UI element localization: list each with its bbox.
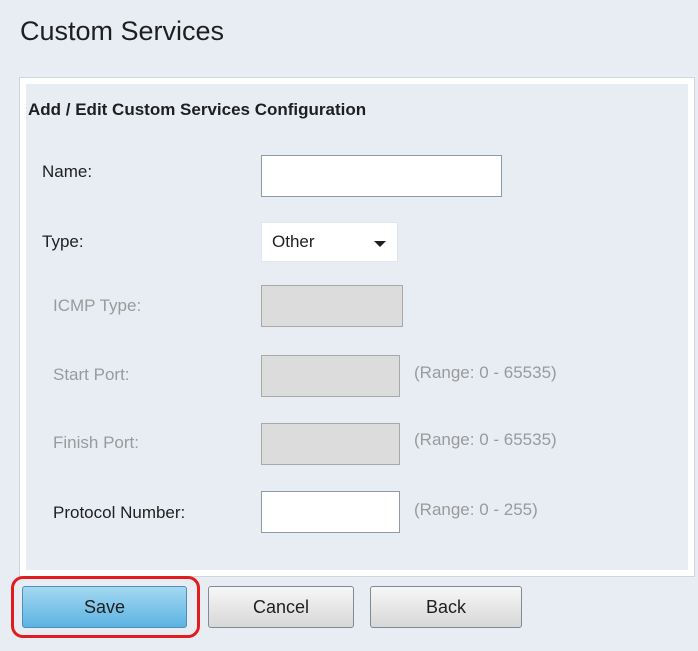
save-highlight-outline [11,576,200,638]
cancel-button[interactable]: Cancel [208,586,354,628]
page-title: Custom Services [20,16,225,46]
panel-header: Add / Edit Custom Services Configuration [28,100,367,119]
start-port-input [261,355,400,397]
name-label: Name: [42,162,93,181]
finish-port-range: (Range: 0 - 65535) [414,430,557,449]
back-button[interactable]: Back [370,586,522,628]
type-select[interactable]: Other [261,222,398,262]
protocol-number-input[interactable] [261,491,400,533]
icmp-type-label: ICMP Type: [53,296,142,315]
protocol-number-range: (Range: 0 - 255) [414,500,538,519]
name-input[interactable] [261,155,502,197]
type-label: Type: [42,232,84,251]
start-port-range: (Range: 0 - 65535) [414,363,557,382]
page: Custom Services Add / Edit Custom Servic… [0,0,698,651]
chevron-down-icon [374,241,386,247]
finish-port-input [261,423,400,465]
finish-port-label: Finish Port: [53,433,139,452]
protocol-number-label: Protocol Number: [53,503,186,522]
start-port-label: Start Port: [53,365,130,384]
type-select-value: Other [272,232,315,251]
icmp-type-input [261,285,403,327]
